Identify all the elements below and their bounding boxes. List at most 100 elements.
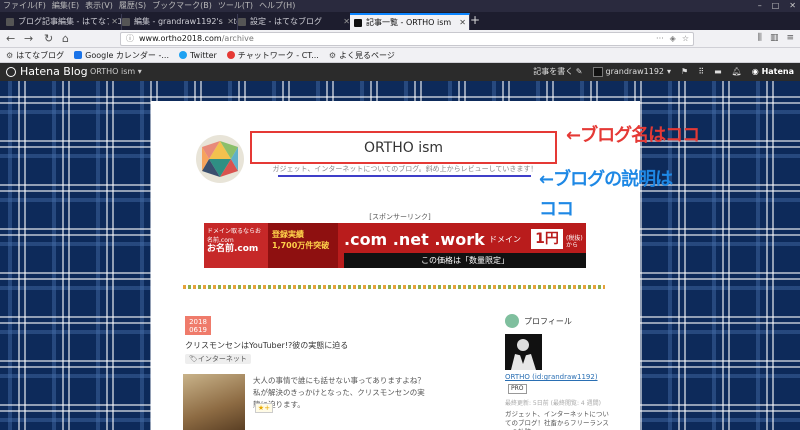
ad-price-suffix: (税抜)から (566, 235, 583, 249)
apps-grid-icon[interactable]: ⠿ (698, 67, 704, 76)
article-title[interactable]: クリスモンセンはYouTuber!?彼の実態に迫る (185, 340, 348, 351)
annotation-desc-note-2: ココ (539, 199, 574, 220)
chevron-down-icon: ▾ (667, 67, 672, 76)
bookmark-flag-icon[interactable]: ⚑ (681, 67, 688, 76)
sponsor-label: [スポンサーリンク] (369, 213, 431, 221)
close-tab-icon[interactable]: ✕ (225, 14, 234, 30)
hamburger-menu-icon[interactable]: ≡ (786, 33, 794, 43)
blog-favicon-icon (354, 19, 362, 27)
profile-description: ガジェット、インターネットについてのブログ！社畜からフリーランスへの軌跡 (505, 410, 609, 430)
sidebar-icon[interactable]: ▥ (770, 33, 779, 43)
description-underline (278, 175, 531, 177)
bookmark-google-calendar[interactable]: Google カレンダー -... (74, 50, 169, 61)
url-host: www.ortho2018.com (139, 34, 222, 43)
menu-bookmarks[interactable]: ブックマーク(B) (152, 0, 212, 12)
chevron-down-icon: ▾ (137, 67, 142, 76)
menu-view[interactable]: 表示(V) (85, 0, 113, 12)
date-day: 0619 (189, 326, 207, 334)
user-menu[interactable]: grandraw1192 ▾ (592, 66, 672, 77)
tab-archive[interactable]: 記事一覧 - ORTHO ism ✕ (350, 13, 470, 30)
new-tab-icon[interactable]: + (470, 13, 480, 27)
tab-settings[interactable]: 設定 - はてなブログ ✕ (234, 14, 354, 30)
write-post-link[interactable]: 記事を書く ✎ (533, 66, 582, 77)
date-badge: 2018 0619 (185, 316, 211, 335)
bookmark-twitter[interactable]: Twitter (178, 50, 217, 60)
notification-bell-icon[interactable]: 🔔︎ (732, 67, 742, 76)
hatena-brand-label: Hatena (761, 67, 794, 76)
ad-brand: ドメイン取るならお名前.com お名前.com (204, 223, 268, 268)
reload-icon[interactable]: ↻ (44, 32, 53, 46)
category-tag[interactable]: 🏷︎インターネット (185, 354, 251, 364)
annotation-desc-note: ←ブログの説明は (539, 169, 673, 190)
more-actions-icon[interactable]: ··· (656, 33, 664, 45)
minimize-icon[interactable]: – (758, 0, 762, 12)
tag-icon: 🏷︎ (189, 355, 198, 363)
ad-brand-small: ドメイン取るならお名前.com (207, 228, 262, 244)
blog-selector-label: ORTHO ism (90, 67, 136, 76)
article-thumbnail[interactable] (183, 374, 245, 430)
tab-label: ブログ記事編集 - はてなブロ (18, 17, 122, 26)
bookmark-most-visited[interactable]: ⚙ よく見るページ (329, 50, 395, 61)
pencil-icon: ✎ (575, 67, 583, 76)
hatena-header-right: 記事を書く ✎ grandraw1192 ▾ ⚑ ⠿ ▬ 🔔︎ ◉ Hatena (533, 66, 794, 77)
date-year: 2018 (189, 318, 207, 326)
person-silhouette-icon (505, 334, 542, 370)
tab-label: 編集 - grandraw1192's fotol (134, 17, 238, 26)
ad-record-value: 1,700万件突破 (272, 241, 330, 250)
pocket-icon[interactable]: ◈ (670, 33, 676, 45)
back-icon[interactable]: ← (6, 32, 15, 46)
maximize-icon[interactable]: □ (772, 0, 780, 12)
hatena-favicon-icon (122, 18, 130, 26)
forward-icon[interactable]: → (24, 32, 33, 46)
triangle-mosaic-icon (202, 141, 238, 177)
tab-label: 記事一覧 - ORTHO ism (366, 18, 452, 27)
twitter-icon (178, 51, 187, 59)
hatena-favicon-icon (6, 18, 14, 26)
gear-icon: ⚙ (6, 50, 14, 60)
chatwork-icon (226, 51, 235, 59)
profile-name-link[interactable]: ORTHO (id:grandraw1192) (505, 373, 598, 381)
decorative-divider (183, 285, 605, 289)
blog-logo-icon[interactable] (196, 135, 244, 183)
bookmark-star-icon[interactable]: ☆ (682, 33, 689, 45)
bookmark-chatwork[interactable]: チャットワーク - CT... (226, 50, 319, 61)
library-icon[interactable]: ⫼ (758, 33, 762, 43)
annotation-title-note: ←ブログ名はココ (566, 125, 700, 146)
blog-title[interactable]: ORTHO ism (250, 140, 557, 156)
tab-fotolife-edit[interactable]: 編集 - grandraw1192's fotol ✕ (118, 14, 238, 30)
home-icon[interactable]: ⌂ (62, 32, 69, 46)
close-window-icon[interactable]: ✕ (789, 0, 796, 12)
category-tag-label: インターネット (197, 355, 247, 363)
chat-icon[interactable]: ▬ (714, 67, 722, 76)
bookmark-hatena[interactable]: ⚙ はてなブログ (6, 50, 64, 61)
ad-banner[interactable]: ドメイン取るならお名前.com お名前.com 登録実績 1,700万件突破 .… (204, 223, 586, 268)
calendar-icon (74, 51, 83, 59)
blog-selector[interactable]: ORTHO ism ▾ (90, 67, 142, 76)
url-bar[interactable]: ⓘ www.ortho2018.com/archive ··· ◈ ☆ (120, 32, 694, 46)
menu-tools[interactable]: ツール(T) (218, 0, 253, 12)
write-post-label: 記事を書く (533, 67, 574, 76)
ad-bottom-text: この価格は「数量限定」 (344, 253, 586, 268)
bookmark-label: よく見るページ (339, 50, 395, 60)
menu-help[interactable]: ヘルプ(H) (259, 0, 295, 12)
close-tab-icon[interactable]: ✕ (457, 15, 466, 30)
hatena-logo-icon (6, 67, 16, 77)
url-actions: ··· ◈ ☆ (656, 33, 689, 45)
bookmark-label: Twitter (189, 50, 217, 60)
menu-edit[interactable]: 編集(E) (52, 0, 79, 12)
profile-heading: プロフィール (505, 314, 572, 328)
pro-badge: PRO (508, 384, 527, 394)
close-tab-icon[interactable]: ✕ (341, 14, 350, 30)
hatena-blog-logo[interactable]: Hatena Blog (6, 65, 88, 79)
tab-blog-edit[interactable]: ブログ記事編集 - はてなブロ ✕ (2, 14, 122, 30)
menu-history[interactable]: 履歴(S) (119, 0, 146, 12)
hatena-brand-link[interactable]: ◉ Hatena (752, 67, 794, 76)
navigation-bar: ← → ↻ ⌂ ⓘ www.ortho2018.com/archive ··· … (0, 30, 800, 48)
title-bar: ファイル(F) 編集(E) 表示(V) 履歴(S) ブックマーク(B) ツール(… (0, 0, 800, 12)
profile-avatar[interactable] (505, 334, 542, 370)
close-tab-icon[interactable]: ✕ (109, 14, 118, 30)
site-info-icon[interactable]: ⓘ (126, 33, 134, 45)
add-star-button[interactable]: ★+ (255, 403, 273, 413)
blog-description: ガジェット、インターネットについてのブログ。斜め上からレビューしていきます！ (272, 165, 538, 173)
menu-file[interactable]: ファイル(F) (3, 0, 46, 12)
